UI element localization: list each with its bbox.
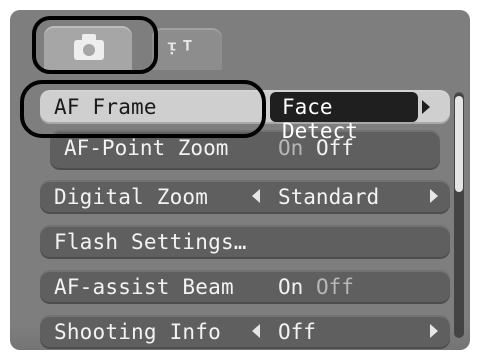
menu-item-label: AF-assist Beam [54, 275, 234, 299]
menu-item-label: Digital Zoom [54, 185, 209, 209]
menu-item-value: Off [278, 320, 316, 344]
menu-item-af-assist-beam[interactable]: AF-assist Beam On Off [40, 270, 450, 304]
value-on: On [278, 275, 304, 299]
value-off: Off [315, 275, 354, 299]
right-arrow-icon [430, 324, 438, 338]
tools-icon: ᵎᵀ [164, 36, 196, 66]
scrollbar-thumb[interactable] [455, 96, 463, 192]
menu-item-label: Flash Settings… [54, 230, 247, 254]
callout-outline-af-frame [20, 80, 266, 138]
menu-item-value: Standard [278, 185, 380, 209]
menu-item-label: AF-Point Zoom [64, 136, 229, 160]
menu-item-digital-zoom[interactable]: Digital Zoom Standard [40, 180, 450, 214]
menu-item-shooting-info[interactable]: Shooting Info Off [40, 315, 450, 349]
menu-item-value: On Off [278, 275, 354, 299]
scrollbar[interactable] [454, 92, 464, 338]
callout-outline-tab [32, 16, 158, 74]
tab-setup[interactable]: ᵎᵀ [152, 28, 222, 70]
right-arrow-icon [422, 100, 430, 114]
camera-menu-screen: ᵎᵀ AF Frame AF-Point Zoom Digital Zoom S… [10, 10, 470, 350]
left-arrow-icon [252, 324, 260, 338]
af-frame-value[interactable]: Face Detect [270, 92, 430, 143]
menu-item-flash-settings[interactable]: Flash Settings… [40, 225, 450, 259]
left-arrow-icon [252, 189, 260, 203]
af-frame-value-text: Face Detect [282, 95, 358, 143]
right-arrow-icon [430, 189, 438, 203]
menu-item-label: Shooting Info [54, 320, 221, 344]
